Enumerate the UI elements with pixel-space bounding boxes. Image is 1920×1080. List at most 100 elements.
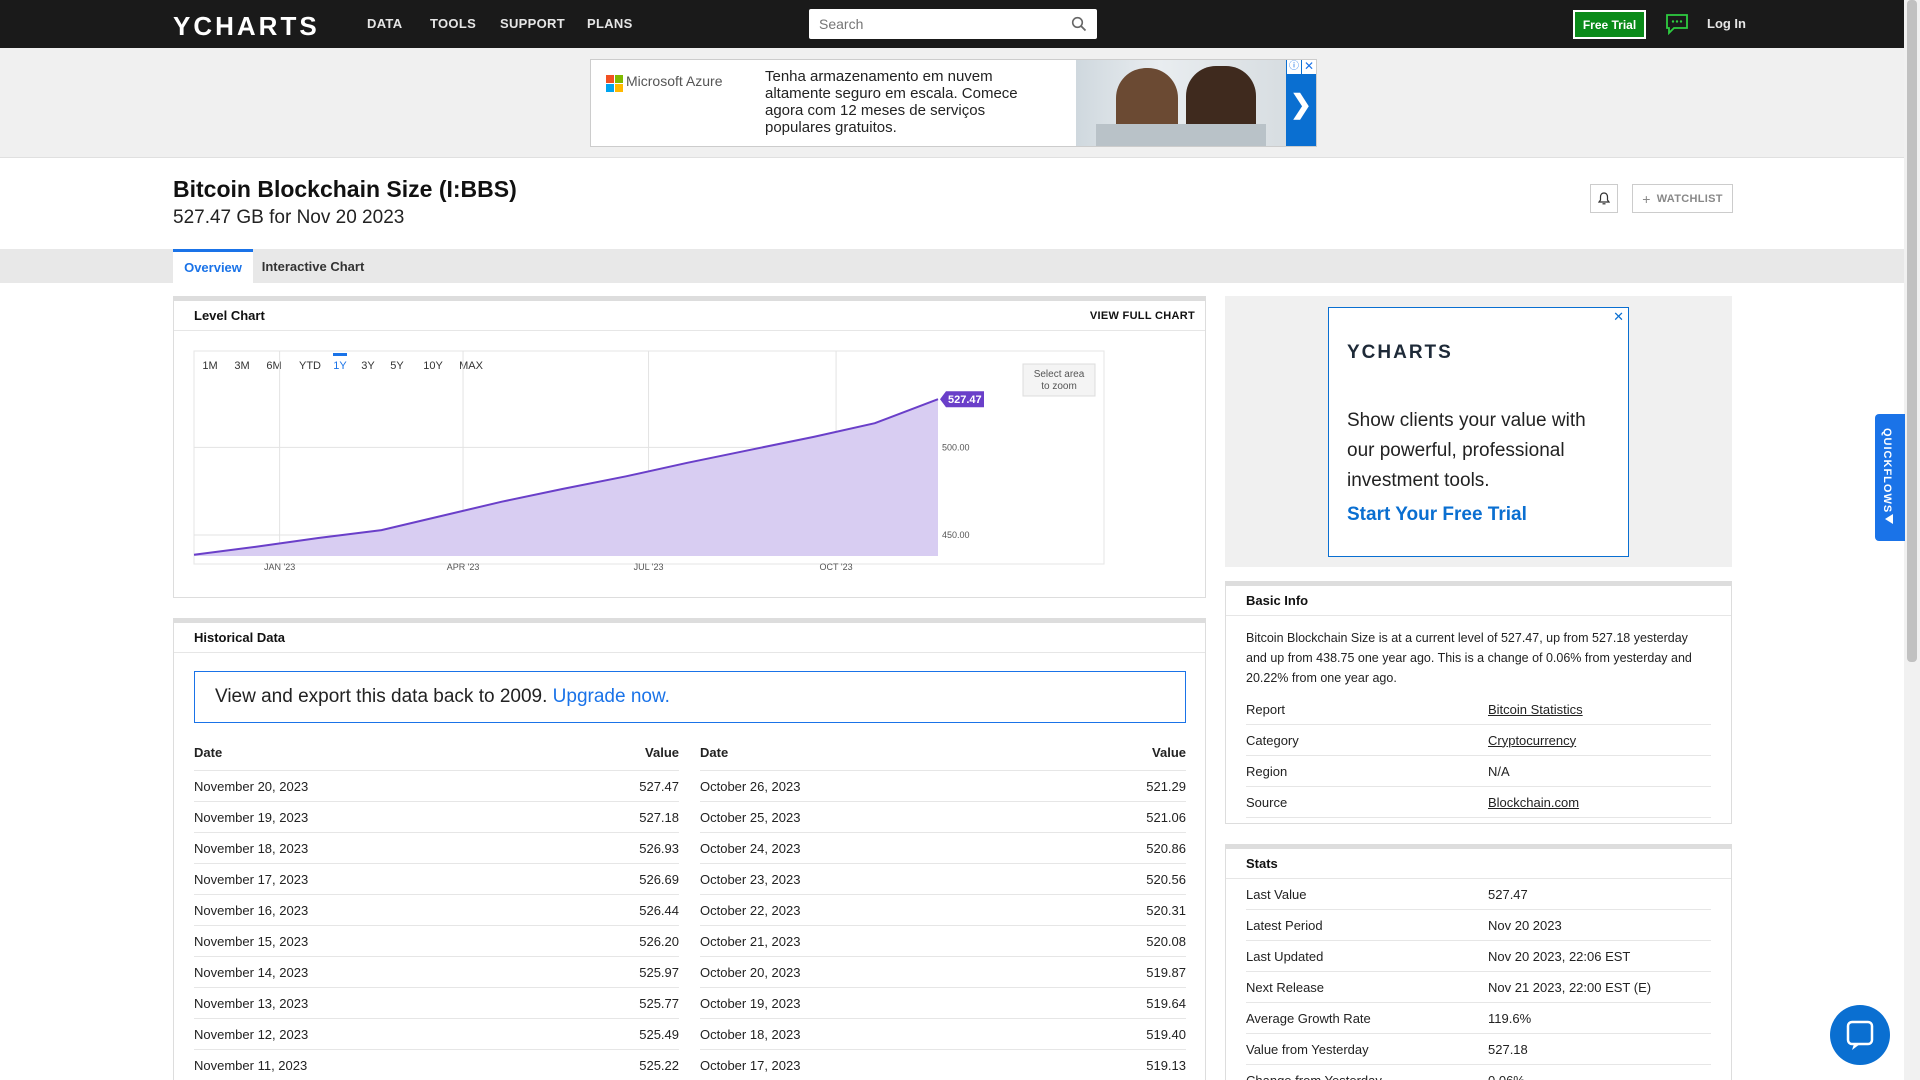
ad-message: Show clients your value with our powerfu… [1347,410,1586,491]
table-row: October 22, 2023 520.31 [700,895,1186,926]
watchlist-label: WATCHLIST [1656,192,1723,205]
row-date: October 26, 2023 [700,778,801,794]
row-value: 520.86 [1146,840,1186,856]
scrollbar-thumb[interactable] [1907,0,1917,662]
row-date: November 16, 2023 [194,902,309,918]
info-key: Last Updated [1246,948,1324,964]
basic-info-title: Basic Info [1246,593,1309,608]
search-icon[interactable] [1071,16,1087,32]
info-key: Report [1246,701,1286,717]
info-row: Value from Yesterday 527.18 [1246,1034,1711,1065]
basic-info-description: Bitcoin Blockchain Size is at a current … [1246,631,1692,685]
tab-bar: Overview Interactive Chart [0,249,1904,283]
table-row: October 21, 2023 520.08 [700,926,1186,957]
chat-icon[interactable] [1665,13,1689,35]
info-key: Change from Yesterday [1246,1072,1382,1080]
ad-text: Tenha armazenamento em nuvem altamente s… [765,68,1018,136]
azure-ad[interactable]: Microsoft Azure Tenha armazenamento em n… [590,59,1317,147]
upgrade-text: View and export this data back to 2009. [215,686,548,707]
info-row: Average Growth Rate 119.6% [1246,1003,1711,1034]
upgrade-link[interactable]: Upgrade now. [553,686,670,707]
search-box [809,9,1097,39]
login-link[interactable]: Log In [1707,16,1746,31]
row-date: October 25, 2023 [700,809,801,825]
date-column-header[interactable]: Date [700,745,728,760]
info-row: Report Bitcoin Statistics [1246,694,1711,725]
ad-close-icon[interactable]: ✕ [1302,60,1316,74]
sidebar-ad-area: ✕ YCHARTS Show clients your value with o… [1225,296,1732,567]
value-column-header[interactable]: Value [1152,745,1186,760]
row-date: November 15, 2023 [194,933,309,949]
tab-interactive-chart[interactable]: Interactive Chart [258,249,368,283]
table-row: November 18, 2023 526.93 [194,833,679,864]
free-trial-button[interactable]: Free Trial [1573,10,1646,39]
tab-overview[interactable]: Overview [173,249,253,283]
x-tick-label: OCT '23 [820,562,853,572]
quickflows-label: QUICKFLOWS [1881,428,1893,514]
nav-tools[interactable]: TOOLS [430,16,476,31]
alert-bell-button[interactable] [1590,184,1618,213]
last-value-label: 527.47 [940,391,984,408]
plus-icon: + [1642,190,1651,207]
info-value: 527.18 [1488,1041,1528,1057]
row-value: 526.93 [639,840,679,856]
table-header: Date Value [194,735,679,771]
info-value: Nov 20 2023 [1488,917,1562,933]
info-value: Nov 20 2023, 22:06 EST [1488,948,1631,964]
table-row: November 19, 2023 527.18 [194,802,679,833]
info-key: Category [1246,732,1299,748]
row-value: 519.13 [1146,1057,1186,1073]
row-date: November 17, 2023 [194,871,309,887]
page-title: Bitcoin Blockchain Size (I:BBS) [173,176,517,202]
range-button-1m[interactable]: 1M [202,360,217,372]
info-value: 0.06% [1488,1072,1525,1080]
support-chat-button[interactable] [1830,1005,1890,1065]
view-full-chart-link[interactable]: VIEW FULL CHART [1090,301,1195,331]
search-input[interactable] [819,10,1069,38]
quickflows-tab[interactable]: QUICKFLOWS [1875,414,1905,541]
range-button-5y[interactable]: 5Y [390,360,404,372]
ad-info-icon[interactable]: ⓘ [1287,60,1301,74]
table-row: October 25, 2023 521.06 [700,802,1186,833]
row-value: 520.31 [1146,902,1186,918]
row-value: 521.29 [1146,778,1186,794]
ycharts-logo[interactable]: YCHARTS [173,11,320,42]
table-row: October 19, 2023 519.64 [700,988,1186,1019]
y-tick-label: 450.00 [942,530,970,540]
date-column-header[interactable]: Date [194,745,222,760]
value-column-header[interactable]: Value [645,745,679,760]
range-button-1y[interactable]: 1Y [333,360,347,372]
level-chart[interactable]: 1M 3M 6M YTD 1Y 3Y 5Y 10Y MAX JAN '23 APR '23 JUL … [174,331,1205,597]
range-button-ytd[interactable]: YTD [299,360,321,372]
historical-data-title: Historical Data [194,630,286,645]
info-row: Next Release Nov 21 2023, 22:00 EST (E) [1246,972,1711,1003]
nav-data[interactable]: DATA [367,16,402,31]
info-value: Nov 21 2023, 22:00 EST (E) [1488,979,1652,995]
row-date: October 19, 2023 [700,995,801,1011]
range-button-10y[interactable]: 10Y [423,360,443,372]
ad-close-icon[interactable]: ✕ [1613,309,1624,325]
range-button-3m[interactable]: 3M [234,360,249,372]
row-date: October 22, 2023 [700,902,801,918]
info-value-link[interactable]: Blockchain.com [1488,795,1579,810]
info-value-link[interactable]: Cryptocurrency [1488,733,1576,748]
info-value-link[interactable]: Bitcoin Statistics [1488,702,1583,717]
range-button-3y[interactable]: 3Y [361,360,375,372]
row-date: October 23, 2023 [700,871,801,887]
info-value: 527.47 [1488,886,1528,902]
row-value: 521.06 [1146,809,1186,825]
nav-plans[interactable]: PLANS [587,16,633,31]
ad-photo [1076,60,1286,146]
ycharts-promo-ad[interactable]: ✕ YCHARTS Show clients your value with o… [1328,307,1629,557]
level-chart-card: Level Chart VIEW FULL CHART 1M 3M 6M YTD 1Y 3… [173,296,1206,598]
nav-support[interactable]: SUPPORT [500,16,565,31]
table-row: October 23, 2023 520.56 [700,864,1186,895]
historical-table-left: Date Value November 20, 2023 527.47 Novemb… [194,735,679,1080]
row-value: 525.49 [639,1026,679,1042]
row-date: November 20, 2023 [194,778,309,794]
watchlist-button[interactable]: + WATCHLIST [1632,184,1733,213]
table-row: November 17, 2023 526.69 [194,864,679,895]
level-chart-title: Level Chart [194,308,265,323]
start-free-trial-link[interactable]: Start Your Free Trial [1347,504,1527,526]
row-date: November 13, 2023 [194,995,309,1011]
